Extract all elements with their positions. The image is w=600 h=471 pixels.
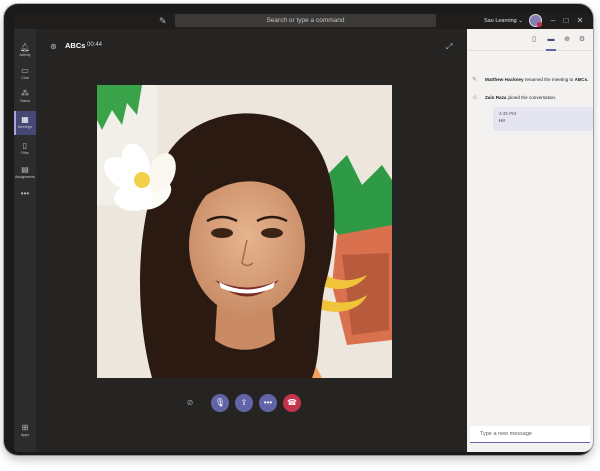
- meeting-stage: ⊛ ABCs 00:44 ⤢ ⊘ 🎙︎ ⇪ ••• ☎︎: [36, 29, 467, 452]
- rail-item-teams[interactable]: ⁂ Teams: [14, 87, 36, 107]
- rail-item-chat[interactable]: ▭ Chat: [14, 64, 36, 84]
- more-apps-button[interactable]: •••: [14, 189, 36, 199]
- person-add-icon: ☺: [472, 95, 479, 101]
- share-screen-button[interactable]: ⇪: [235, 394, 253, 412]
- bell-icon: 🔔︎: [19, 43, 31, 52]
- maximize-icon[interactable]: □: [561, 15, 571, 26]
- more-icon: •••: [263, 398, 273, 407]
- microphone-icon: 🎙︎: [214, 398, 226, 407]
- mic-button[interactable]: 🎙︎: [211, 394, 229, 412]
- chat-icon: ▭: [21, 66, 29, 75]
- presence-busy-icon: [537, 22, 542, 27]
- notes-icon[interactable]: ▯: [529, 35, 539, 45]
- message-input[interactable]: Type a new message: [470, 426, 590, 443]
- rail-item-meetings[interactable]: ▦ Meetings: [14, 111, 36, 135]
- compose-icon[interactable]: ✎: [159, 16, 169, 26]
- share-screen-icon: ⇪: [240, 398, 248, 407]
- close-icon[interactable]: ✕: [575, 15, 585, 26]
- chat-message[interactable]: 2:45 PM Hi!: [493, 107, 593, 131]
- message-target: ABCs.: [574, 77, 589, 82]
- app-rail: 🔔︎ Activity ▭ Chat ⁂ Teams ▦ Meetings ▯ …: [14, 29, 36, 452]
- system-message-text: Zain Raza joined the conversation.: [485, 95, 591, 101]
- org-switcher[interactable]: Sao Learning ⌄: [484, 16, 523, 26]
- panel-toolbar: ▯ ▬ ⊕ ⚙: [467, 29, 593, 51]
- camera-off-icon: ⊘: [186, 398, 194, 407]
- search-input[interactable]: Search or type a command: [175, 14, 436, 27]
- message-actor: Zain Raza: [485, 95, 507, 100]
- rail-item-label: Meetings: [17, 125, 33, 129]
- participant-video-image: [97, 85, 392, 378]
- message-text: Hi!: [499, 119, 505, 124]
- file-icon: ▯: [22, 141, 28, 150]
- apps-icon: ⊞: [21, 423, 29, 432]
- message-actor: Matthew Hackney: [485, 77, 524, 82]
- pencil-icon: ✎: [472, 77, 478, 83]
- message-body: joined the conversation.: [506, 95, 557, 100]
- rail-item-label: Chat: [21, 76, 29, 80]
- participant-video: [97, 85, 392, 378]
- rail-item-label: Teams: [19, 99, 31, 103]
- rail-item-assignments[interactable]: ▤ Assignments: [14, 163, 36, 183]
- title-bar: ✎ Search or type a command Sao Learning …: [14, 13, 593, 29]
- meeting-chat-panel: ▯ ▬ ⊕ ⚙ ✎ Matthew Hackney renamed the me…: [467, 29, 593, 452]
- avatar[interactable]: [529, 14, 542, 27]
- meeting-title: ABCs: [65, 41, 86, 50]
- rail-item-label: Assignments: [14, 175, 36, 179]
- device-frame: ✎ Search or type a command Sao Learning …: [4, 4, 593, 455]
- hang-up-icon: ☎︎: [287, 398, 297, 407]
- rail-item-label: Activity: [19, 53, 31, 57]
- settings-icon[interactable]: ⚙: [577, 35, 587, 45]
- meeting-timer: 00:44: [87, 42, 103, 48]
- more-icon: •••: [20, 189, 30, 198]
- rail-item-activity[interactable]: 🔔︎ Activity: [14, 41, 36, 61]
- fullscreen-icon[interactable]: ⤢: [446, 42, 452, 52]
- message-body: renamed the meeting to: [523, 77, 575, 82]
- message-timestamp: 2:45 PM: [499, 111, 517, 116]
- minimize-icon[interactable]: –: [548, 15, 558, 26]
- rail-item-label: Apps: [21, 433, 29, 437]
- assignments-icon: ▤: [21, 165, 29, 174]
- add-participant-icon[interactable]: ⊕: [562, 35, 572, 45]
- hang-up-button[interactable]: ☎︎: [283, 394, 301, 412]
- rail-item-files[interactable]: ▯ Files: [14, 139, 36, 159]
- teams-window: ✎ Search or type a command Sao Learning …: [14, 13, 593, 452]
- meeting-icon: ⊛: [50, 42, 57, 51]
- more-actions-button[interactable]: •••: [259, 394, 277, 412]
- calendar-icon: ▦: [21, 115, 29, 124]
- chat-icon[interactable]: ▬: [546, 35, 556, 51]
- rail-item-apps[interactable]: ⊞ Apps: [14, 421, 36, 441]
- system-message-text: Matthew Hackney renamed the meeting to A…: [485, 77, 591, 83]
- rail-item-label: Files: [21, 151, 29, 155]
- teams-icon: ⁂: [21, 89, 29, 98]
- camera-off-button[interactable]: ⊘: [181, 394, 199, 412]
